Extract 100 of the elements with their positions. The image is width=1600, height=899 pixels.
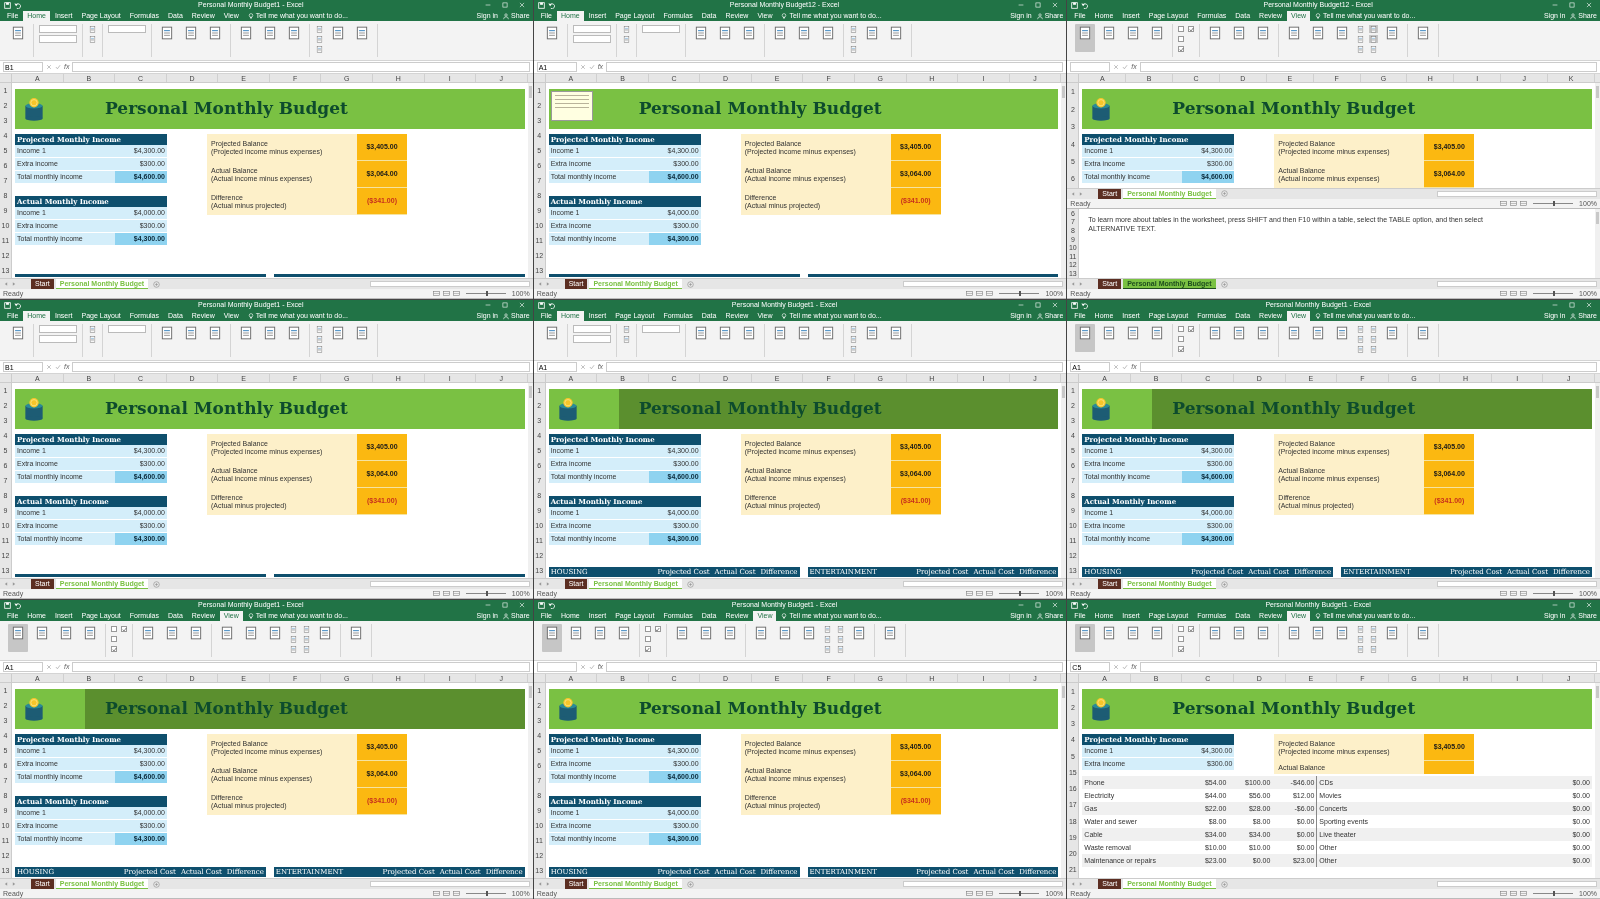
- minimize-icon[interactable]: [1018, 602, 1025, 608]
- slider-thumb[interactable]: [1553, 891, 1556, 896]
- ribbon-button[interactable]: [289, 625, 298, 633]
- page-break-icon[interactable]: [1520, 590, 1528, 597]
- checkbox[interactable]: [644, 646, 651, 652]
- previous-sheet-icon[interactable]: [1070, 281, 1077, 287]
- ribbon-button[interactable]: [315, 325, 324, 333]
- ribbon-button[interactable]: [835, 625, 845, 633]
- minimize-icon[interactable]: [484, 2, 491, 8]
- dropdown-field[interactable]: [641, 325, 680, 333]
- checkbox[interactable]: [644, 626, 651, 632]
- maximize-icon[interactable]: [1569, 2, 1575, 8]
- page-break-icon[interactable]: [452, 890, 460, 897]
- add-sheet-icon[interactable]: [1220, 580, 1228, 588]
- maximize-icon[interactable]: [1035, 2, 1042, 8]
- previous-sheet-icon[interactable]: [3, 881, 9, 887]
- cancel-icon[interactable]: [1113, 64, 1120, 70]
- save-icon[interactable]: [1071, 1, 1079, 9]
- ribbon-button[interactable]: [1369, 25, 1379, 33]
- page-layout-icon[interactable]: [442, 890, 450, 897]
- page-layout-icon[interactable]: [976, 890, 984, 897]
- add-sheet-icon[interactable]: [686, 280, 694, 288]
- page-layout-icon[interactable]: [1510, 590, 1518, 597]
- ribbon-button[interactable]: [848, 45, 858, 53]
- scrollbar[interactable]: [903, 281, 1064, 287]
- save-icon[interactable]: [537, 301, 545, 309]
- add-sheet-icon[interactable]: [1220, 880, 1228, 888]
- maximize-icon[interactable]: [1569, 602, 1575, 608]
- ribbon-button[interactable]: [315, 35, 324, 43]
- undo-icon[interactable]: [1081, 301, 1089, 309]
- next-sheet-icon[interactable]: [11, 581, 17, 587]
- slider-thumb[interactable]: [485, 591, 488, 596]
- formula-field[interactable]: [1139, 362, 1597, 372]
- close-icon[interactable]: [518, 2, 525, 8]
- ribbon-button[interactable]: [1369, 45, 1379, 53]
- scrollbar[interactable]: [1595, 383, 1600, 578]
- cancel-icon[interactable]: [579, 664, 586, 670]
- dropdown-field[interactable]: [39, 335, 77, 343]
- slider-thumb[interactable]: [1553, 291, 1556, 296]
- scrollbar[interactable]: [369, 581, 530, 587]
- ribbon-button[interactable]: [88, 25, 97, 33]
- add-sheet-icon[interactable]: [153, 580, 161, 588]
- cancel-icon[interactable]: [1113, 364, 1120, 370]
- checkbox[interactable]: [654, 626, 661, 632]
- undo-icon[interactable]: [14, 301, 21, 309]
- ribbon-button[interactable]: [315, 345, 324, 353]
- formula-field[interactable]: [606, 62, 1064, 72]
- undo-icon[interactable]: [1081, 1, 1089, 9]
- checkbox[interactable]: [1188, 26, 1195, 32]
- ribbon-button[interactable]: [621, 25, 631, 33]
- ribbon-button[interactable]: [1369, 625, 1379, 633]
- enter-icon[interactable]: [55, 364, 61, 370]
- ribbon-button[interactable]: [822, 645, 832, 653]
- scrollbar[interactable]: [1595, 208, 1600, 278]
- minimize-icon[interactable]: [484, 302, 491, 308]
- slider-thumb[interactable]: [1019, 891, 1022, 896]
- close-icon[interactable]: [1052, 302, 1059, 308]
- normal-view-icon[interactable]: [966, 290, 974, 297]
- add-sheet-icon[interactable]: [686, 880, 694, 888]
- checkbox[interactable]: [1178, 336, 1185, 342]
- maximize-icon[interactable]: [1569, 302, 1575, 308]
- checkbox[interactable]: [121, 626, 127, 632]
- formula-field[interactable]: [72, 62, 530, 72]
- formula-field[interactable]: [72, 362, 530, 372]
- scrollbar[interactable]: [1595, 683, 1600, 878]
- slider-thumb[interactable]: [485, 291, 488, 296]
- scrollbar[interactable]: [527, 683, 533, 878]
- ribbon-button[interactable]: [848, 25, 858, 33]
- close-icon[interactable]: [1586, 602, 1592, 608]
- enter-icon[interactable]: [55, 64, 61, 70]
- previous-sheet-icon[interactable]: [536, 281, 543, 287]
- scrollbar[interactable]: [1595, 83, 1600, 188]
- close-icon[interactable]: [518, 602, 525, 608]
- normal-view-icon[interactable]: [1500, 890, 1508, 897]
- page-break-icon[interactable]: [986, 290, 994, 297]
- minimize-icon[interactable]: [1552, 602, 1558, 608]
- ribbon-button[interactable]: [1356, 35, 1366, 43]
- ribbon-button[interactable]: [1075, 624, 1096, 652]
- minimize-icon[interactable]: [1018, 302, 1025, 308]
- normal-view-icon[interactable]: [966, 590, 974, 597]
- checkbox[interactable]: [111, 646, 117, 652]
- page-layout-icon[interactable]: [1510, 890, 1518, 897]
- ribbon-button[interactable]: [302, 645, 311, 653]
- normal-view-icon[interactable]: [1500, 199, 1508, 207]
- scrollbar[interactable]: [1061, 683, 1067, 878]
- scrollbar[interactable]: [527, 83, 533, 278]
- checkbox[interactable]: [1178, 326, 1185, 332]
- page-break-icon[interactable]: [452, 590, 460, 597]
- dropdown-field[interactable]: [641, 25, 680, 33]
- ribbon-button[interactable]: [1369, 325, 1379, 333]
- formula-field[interactable]: [72, 662, 530, 672]
- ribbon-button[interactable]: [289, 645, 298, 653]
- previous-sheet-icon[interactable]: [3, 281, 9, 287]
- minimize-icon[interactable]: [1552, 2, 1558, 8]
- add-sheet-icon[interactable]: [153, 280, 161, 288]
- ribbon-button[interactable]: [88, 335, 97, 343]
- ribbon-button[interactable]: [1075, 324, 1096, 352]
- close-icon[interactable]: [518, 302, 525, 308]
- page-layout-icon[interactable]: [442, 590, 450, 597]
- previous-sheet-icon[interactable]: [3, 581, 9, 587]
